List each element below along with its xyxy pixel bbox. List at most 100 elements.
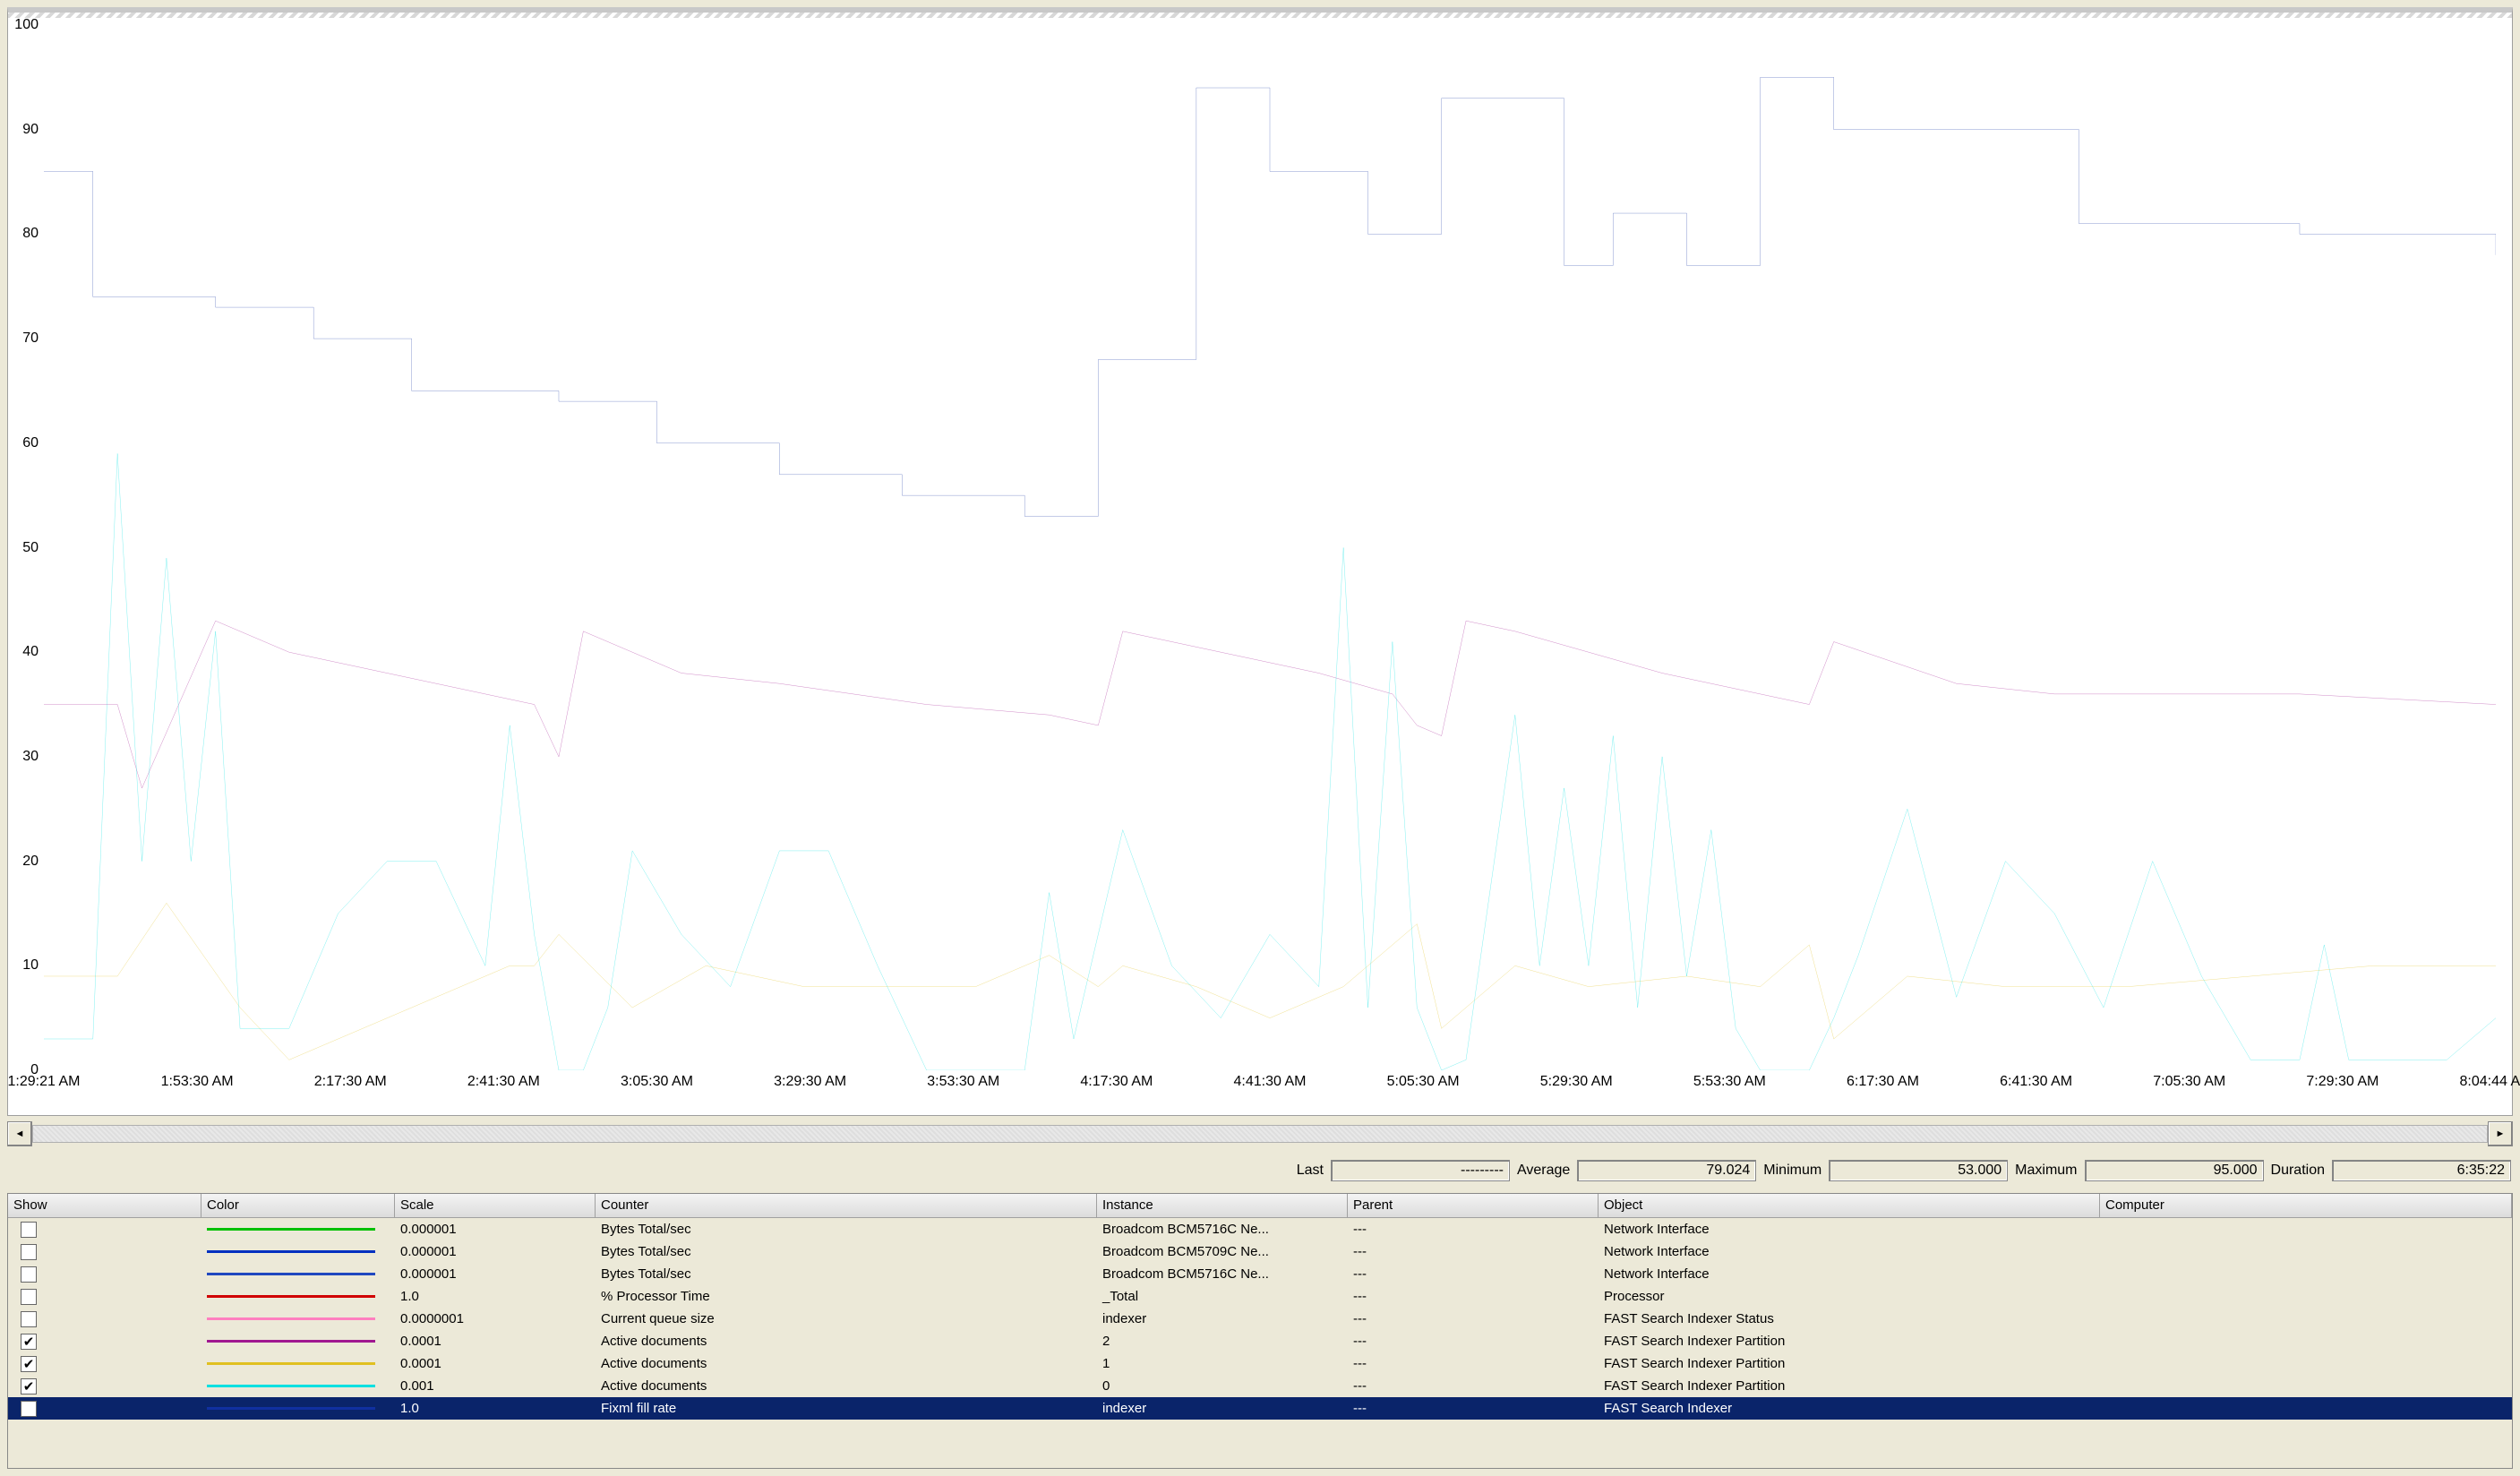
cell-parent: --- xyxy=(1348,1354,1599,1373)
cell-instance: indexer xyxy=(1097,1309,1348,1328)
col-counter[interactable]: Counter xyxy=(596,1194,1097,1217)
minimum-value: 53.000 xyxy=(1829,1160,2008,1181)
col-parent[interactable]: Parent xyxy=(1348,1194,1599,1217)
y-tick: 70 xyxy=(22,330,39,347)
table-row[interactable]: 1.0% Processor Time_Total---Processor xyxy=(8,1285,2512,1308)
cell-counter: Active documents xyxy=(596,1332,1097,1351)
cell-scale: 0.0000001 xyxy=(395,1309,596,1328)
col-show[interactable]: Show xyxy=(8,1194,201,1217)
stats-bar: Last --------- Average 79.024 Minimum 53… xyxy=(7,1155,2513,1186)
cell-scale: 0.000001 xyxy=(395,1220,596,1239)
x-tick: 2:17:30 AM xyxy=(314,1074,387,1090)
cell-object: FAST Search Indexer Partition xyxy=(1599,1332,2100,1351)
show-checkbox[interactable] xyxy=(21,1266,37,1283)
cell-parent: --- xyxy=(1348,1399,1599,1418)
cell-computer xyxy=(2100,1362,2512,1366)
x-tick: 7:05:30 AM xyxy=(2153,1074,2225,1090)
series-line xyxy=(44,453,2496,1070)
cell-object: Network Interface xyxy=(1599,1265,2100,1283)
series-line xyxy=(44,903,2496,1060)
series-line xyxy=(44,77,2496,516)
table-row[interactable]: ✔0.0001Active documents1---FAST Search I… xyxy=(8,1352,2512,1375)
cell-counter: Bytes Total/sec xyxy=(596,1242,1097,1261)
cell-scale: 0.0001 xyxy=(395,1354,596,1373)
show-checkbox[interactable]: ✔ xyxy=(21,1401,37,1417)
col-instance[interactable]: Instance xyxy=(1097,1194,1348,1217)
col-color[interactable]: Color xyxy=(201,1194,395,1217)
x-tick: 6:17:30 AM xyxy=(1847,1074,1919,1090)
cell-instance: 0 xyxy=(1097,1377,1348,1395)
cell-object: Network Interface xyxy=(1599,1242,2100,1261)
scroll-left-button[interactable]: ◄ xyxy=(7,1121,32,1146)
perfmon-window: 01020304050607080901001:29:21 AM1:53:30 … xyxy=(0,0,2520,1476)
cell-instance: Broadcom BCM5709C Ne... xyxy=(1097,1242,1348,1261)
table-row[interactable]: 0.000001Bytes Total/secBroadcom BCM5716C… xyxy=(8,1263,2512,1285)
table-row[interactable]: 0.000001Bytes Total/secBroadcom BCM5716C… xyxy=(8,1218,2512,1240)
cell-object: FAST Search Indexer Partition xyxy=(1599,1377,2100,1395)
show-checkbox[interactable] xyxy=(21,1289,37,1305)
maximum-label: Maximum xyxy=(2015,1163,2077,1179)
show-checkbox[interactable] xyxy=(21,1222,37,1238)
maximum-value: 95.000 xyxy=(2085,1160,2264,1181)
color-swatch xyxy=(207,1317,375,1320)
duration-label: Duration xyxy=(2271,1163,2325,1179)
cell-parent: --- xyxy=(1348,1377,1599,1395)
x-tick: 1:29:21 AM xyxy=(8,1074,81,1090)
cell-scale: 0.001 xyxy=(395,1377,596,1395)
color-swatch xyxy=(207,1362,375,1365)
y-tick: 60 xyxy=(22,435,39,451)
show-checkbox[interactable]: ✔ xyxy=(21,1378,37,1394)
last-value: --------- xyxy=(1331,1160,1510,1181)
show-checkbox[interactable]: ✔ xyxy=(21,1356,37,1372)
cell-instance: indexer xyxy=(1097,1399,1348,1418)
average-label: Average xyxy=(1517,1163,1570,1179)
show-checkbox[interactable] xyxy=(21,1244,37,1260)
last-label: Last xyxy=(1297,1163,1324,1179)
x-tick: 1:53:30 AM xyxy=(161,1074,234,1090)
cell-parent: --- xyxy=(1348,1287,1599,1306)
table-row[interactable]: ✔ 0.001Active documents0---FAST Search In… xyxy=(8,1375,2512,1397)
plot-area: 01020304050607080901001:29:21 AM1:53:30 … xyxy=(44,25,2496,1070)
col-object[interactable]: Object xyxy=(1599,1194,2100,1217)
cell-counter: Bytes Total/sec xyxy=(596,1220,1097,1239)
cell-computer xyxy=(2100,1317,2512,1321)
x-tick: 2:41:30 AM xyxy=(467,1074,540,1090)
cell-scale: 1.0 xyxy=(395,1399,596,1418)
table-row[interactable]: ✔0.0001Active documents2---FAST Search I… xyxy=(8,1330,2512,1352)
average-value: 79.024 xyxy=(1577,1160,1756,1181)
table-row[interactable]: 0.0000001Current queue sizeindexer---FAS… xyxy=(8,1308,2512,1330)
x-tick: 5:05:30 AM xyxy=(1387,1074,1460,1090)
table-header: Show Color Scale Counter Instance Parent… xyxy=(8,1194,2512,1218)
scroll-right-button[interactable]: ► xyxy=(2488,1121,2513,1146)
cell-object: FAST Search Indexer xyxy=(1599,1399,2100,1418)
y-tick: 20 xyxy=(22,854,39,870)
show-checkbox[interactable]: ✔ xyxy=(21,1334,37,1350)
table-row[interactable]: ✔1.0Fixml fill rateindexer---FAST Search… xyxy=(8,1397,2512,1420)
chart-panel: 01020304050607080901001:29:21 AM1:53:30 … xyxy=(7,7,2513,1116)
x-tick: 5:53:30 AM xyxy=(1693,1074,1766,1090)
cell-counter: Active documents xyxy=(596,1377,1097,1395)
col-scale[interactable]: Scale xyxy=(395,1194,596,1217)
cell-object: Processor xyxy=(1599,1287,2100,1306)
show-checkbox[interactable] xyxy=(21,1311,37,1327)
x-tick: 4:17:30 AM xyxy=(1080,1074,1153,1090)
table-body: 0.000001Bytes Total/secBroadcom BCM5716C… xyxy=(8,1218,2512,1468)
col-computer[interactable]: Computer xyxy=(2100,1194,2512,1217)
cell-instance: _Total xyxy=(1097,1287,1348,1306)
cell-computer xyxy=(2100,1250,2512,1254)
cell-scale: 0.000001 xyxy=(395,1242,596,1261)
color-swatch xyxy=(207,1295,375,1298)
cell-object: Network Interface xyxy=(1599,1220,2100,1239)
cell-computer xyxy=(2100,1407,2512,1411)
minimum-label: Minimum xyxy=(1763,1163,1821,1179)
cell-parent: --- xyxy=(1348,1332,1599,1351)
scroll-track[interactable] xyxy=(32,1125,2488,1143)
color-swatch xyxy=(207,1273,375,1275)
x-tick: 4:41:30 AM xyxy=(1234,1074,1307,1090)
table-row[interactable]: 0.000001Bytes Total/secBroadcom BCM5709C… xyxy=(8,1240,2512,1263)
cell-instance: 1 xyxy=(1097,1354,1348,1373)
time-scrollbar[interactable]: ◄ ► xyxy=(7,1121,2513,1146)
cell-parent: --- xyxy=(1348,1220,1599,1239)
cell-computer xyxy=(2100,1385,2512,1388)
color-swatch xyxy=(207,1407,375,1410)
